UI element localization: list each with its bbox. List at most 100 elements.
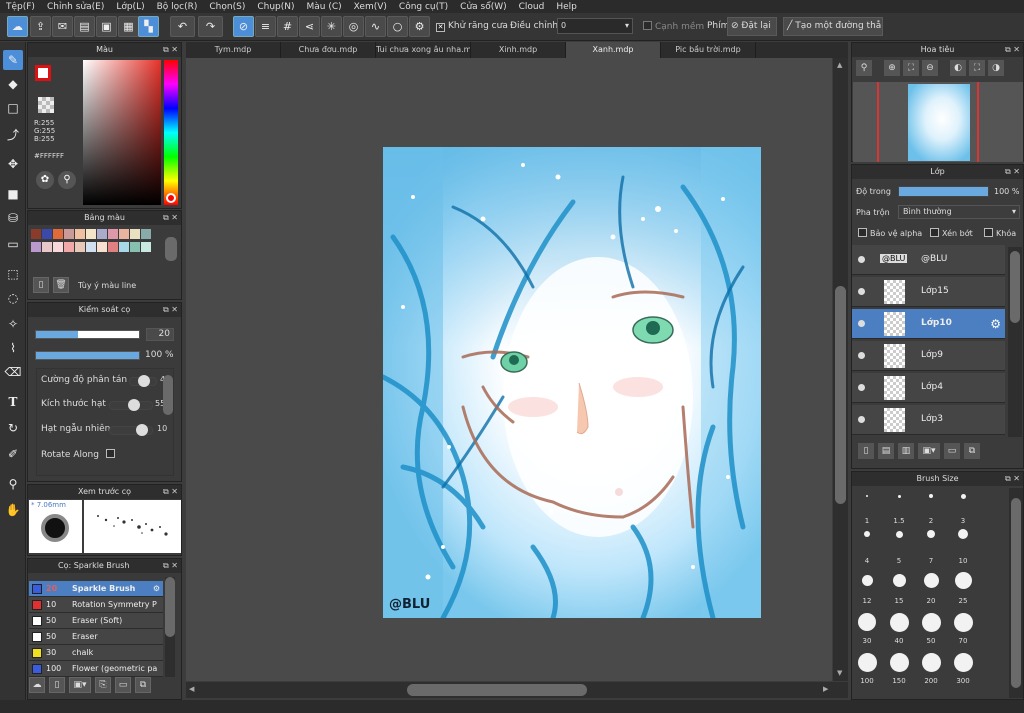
zoom-in-icon[interactable]: ⊕: [884, 60, 900, 76]
brush-list-item[interactable]: 30 chalk: [29, 645, 163, 661]
close-icon[interactable]: ⧉ ✕: [1005, 472, 1020, 486]
export-icon[interactable]: ⇪: [30, 16, 51, 37]
brush-list-item[interactable]: 50 Eraser (Soft): [29, 613, 163, 629]
adjust-select[interactable]: 0 ▾: [557, 18, 633, 34]
random-particle-slider[interactable]: [109, 424, 153, 436]
brush-size-option[interactable]: [929, 494, 933, 498]
brush-size-option[interactable]: [864, 531, 870, 537]
palette-swatch[interactable]: [108, 241, 118, 252]
perspective-snap-icon[interactable]: ⋖: [299, 16, 320, 37]
scroll-right-icon[interactable]: ▶: [823, 685, 828, 693]
hue-slider[interactable]: [164, 60, 178, 205]
visibility-icon[interactable]: [858, 256, 865, 263]
scroll-left-icon[interactable]: ◀: [189, 685, 194, 693]
document-tab[interactable]: Pic bầu trời.mdp: [661, 42, 756, 58]
vertical-scrollbar[interactable]: ▲ ▼: [833, 58, 848, 681]
layer-row[interactable]: Lớp3: [852, 405, 1005, 435]
snap-off-icon[interactable]: ⊘: [233, 16, 254, 37]
redo-icon[interactable]: ↷: [198, 16, 223, 37]
palette-swatch[interactable]: [31, 241, 41, 252]
layer-row[interactable]: Lớp15: [852, 277, 1005, 307]
palette-swatch[interactable]: [130, 229, 140, 239]
brush-size-option[interactable]: [866, 495, 868, 497]
palette-swatch[interactable]: [141, 229, 151, 239]
menu-item[interactable]: Xem(V): [354, 2, 387, 12]
palette-swatch[interactable]: [130, 241, 140, 252]
brush-size-option[interactable]: [953, 612, 973, 632]
operation-tool-icon[interactable]: ↻: [3, 418, 23, 438]
lasso-tool-icon[interactable]: ◌: [3, 288, 23, 308]
palette-swatch[interactable]: [42, 229, 52, 239]
menu-item[interactable]: Chỉnh sửa(E): [47, 2, 104, 12]
transparent-color-swatch[interactable]: [38, 97, 54, 113]
brush-size-option[interactable]: [958, 529, 968, 539]
note-icon[interactable]: ▤: [74, 16, 95, 37]
layout-icon[interactable]: ▚: [138, 16, 159, 37]
gradient-tool-icon[interactable]: ▭: [3, 234, 23, 254]
brush-size-option[interactable]: [960, 493, 966, 499]
color-wheel-icon[interactable]: ✿: [36, 171, 54, 189]
duplicate-layer-icon[interactable]: ⧉: [964, 443, 980, 459]
rotate-right-icon[interactable]: ◑: [988, 60, 1004, 76]
menu-item[interactable]: Cloud: [519, 2, 545, 12]
particle-size-slider[interactable]: [109, 399, 153, 411]
palette-swatch[interactable]: [86, 241, 96, 252]
navigator-preview[interactable]: [853, 82, 1023, 162]
palette-swatch[interactable]: [108, 229, 118, 239]
brush-size-option[interactable]: [892, 573, 906, 587]
menu-item[interactable]: Chọn(S): [209, 2, 245, 12]
palette-swatch[interactable]: [31, 229, 41, 239]
menu-item[interactable]: Bộ lọc(R): [157, 2, 198, 12]
palette-swatch[interactable]: [64, 229, 74, 239]
circle-snap-icon[interactable]: ○: [387, 16, 408, 37]
layer-row[interactable]: Lớp9: [852, 341, 1005, 371]
antialias-checkbox[interactable]: ✕ Khử răng cưa: [436, 21, 508, 32]
lock-checkbox[interactable]: Khóa: [984, 228, 1016, 238]
palette-swatch[interactable]: [86, 229, 96, 239]
brush-list-scrollbar[interactable]: [165, 577, 175, 677]
palette-swatch[interactable]: [97, 229, 107, 239]
brush-size-option[interactable]: [921, 652, 941, 672]
zoom-icon[interactable]: ⚲: [856, 60, 872, 76]
close-icon[interactable]: ⧉ ✕: [163, 485, 178, 499]
clipping-checkbox[interactable]: Xén bớt: [930, 228, 973, 238]
horizontal-scroll-thumb[interactable]: [407, 684, 587, 696]
visibility-icon[interactable]: [858, 320, 865, 327]
menu-item[interactable]: Cửa sổ(W): [460, 2, 506, 12]
select-tool-icon[interactable]: ⬚: [3, 264, 23, 284]
brush-size-option[interactable]: [927, 530, 935, 538]
visibility-icon[interactable]: [858, 288, 865, 295]
menu-item[interactable]: Công cụ(T): [399, 2, 448, 12]
new-layer-icon[interactable]: ▯: [858, 443, 874, 459]
brush-size-option[interactable]: [889, 652, 909, 672]
vertical-scroll-thumb[interactable]: [835, 286, 846, 504]
brush-tool-icon[interactable]: ✎: [3, 50, 23, 70]
document-tab[interactable]: Tui chưa xong âu nha.mdp: [376, 42, 471, 58]
palette-scrollbar[interactable]: [165, 237, 177, 261]
fullscreen-icon[interactable]: ⛶: [969, 60, 985, 76]
scatter-slider[interactable]: [129, 375, 157, 387]
document-tab[interactable]: Xinh.mdp: [471, 42, 566, 58]
brush-cloud-icon[interactable]: ☁: [29, 677, 45, 693]
menu-item[interactable]: Lớp(L): [116, 2, 144, 12]
eyedropper-icon[interactable]: ⚲: [58, 171, 76, 189]
add-brush-icon[interactable]: ▣▾: [69, 677, 91, 693]
scroll-up-icon[interactable]: ▲: [837, 61, 842, 69]
parallel-snap-icon[interactable]: ≡: [255, 16, 276, 37]
text-tool-icon[interactable]: T: [3, 392, 23, 412]
zoom-out-icon[interactable]: ⊖: [922, 60, 938, 76]
brush-params-scrollbar[interactable]: [163, 375, 173, 415]
palette-swatch[interactable]: [53, 229, 63, 239]
brush-size-option[interactable]: [923, 572, 939, 588]
hand-tool-icon[interactable]: ✋: [3, 500, 23, 520]
gear-icon[interactable]: ⚙: [153, 581, 160, 596]
saturation-value-picker[interactable]: [83, 60, 161, 205]
close-icon[interactable]: ⧉ ✕: [163, 303, 178, 317]
soft-edge-checkbox[interactable]: Cạnh mềm: [643, 21, 704, 32]
select-eraser-tool-icon[interactable]: ⌫: [3, 362, 23, 382]
hue-handle[interactable]: [166, 193, 176, 203]
layer-row[interactable]: Lớp10 ⚙: [852, 309, 1005, 339]
artwork-canvas[interactable]: @BLU: [383, 147, 761, 618]
close-icon[interactable]: ⧉ ✕: [163, 43, 178, 57]
gear-icon[interactable]: ⚙: [990, 317, 1001, 331]
